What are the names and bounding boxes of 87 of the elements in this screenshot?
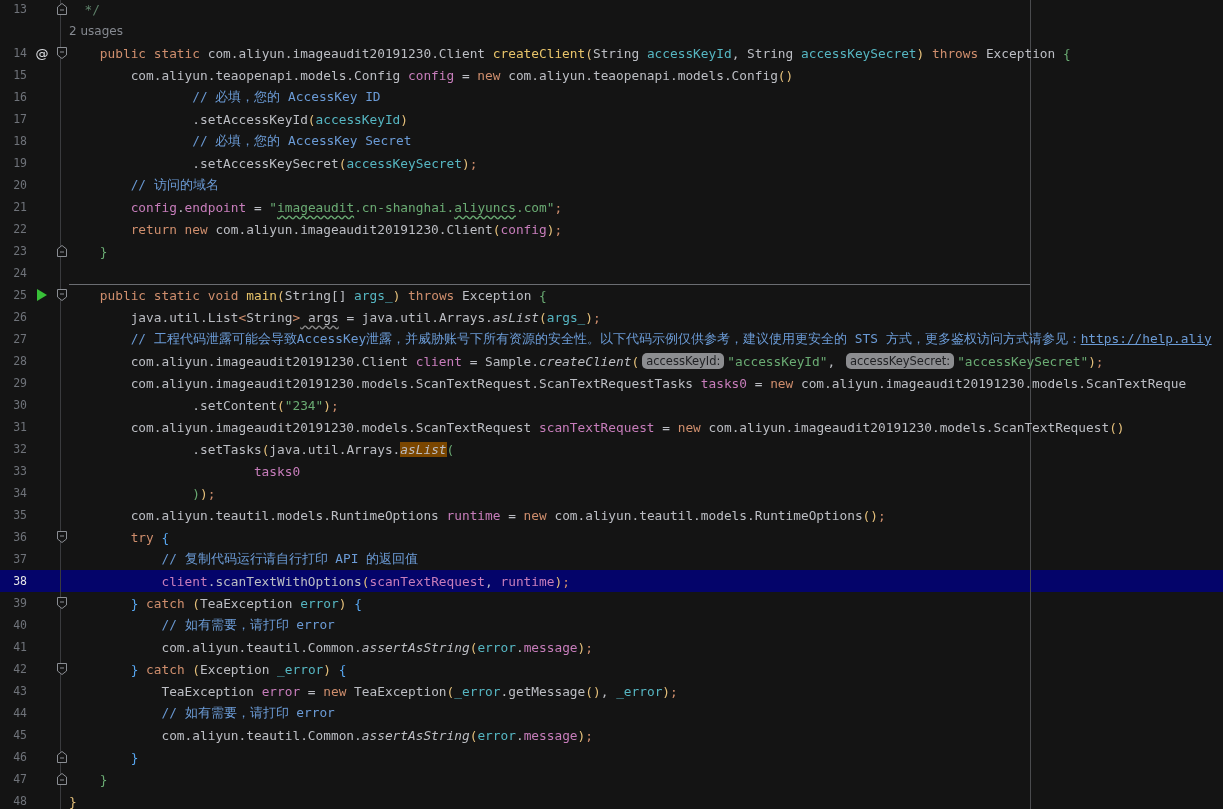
code-text: public static com.aliyun.imageaudit20191230.Client createClient(String accessKeyId, String accessKeySecret) throws Exception { [99, 45, 1071, 61]
code-text: com.aliyun.imageaudit20191230.models.ScanTextRequest.ScanTextRequestTasks tasks0 = new com.aliyun.imageaudit20191230.models.ScanTextReque [130, 375, 1187, 391]
line-number: 24 [12, 266, 27, 280]
line-number: 34 [12, 486, 27, 500]
code-text: } catch (TeaException error) { [130, 595, 362, 611]
fold-icon[interactable] [57, 3, 67, 15]
parameter-hint: accessKeySecret: [845, 353, 955, 369]
code-text: } [69, 793, 77, 809]
fold-icon[interactable] [57, 751, 67, 763]
line-number: 20 [12, 178, 27, 192]
line-number: 36 [12, 530, 27, 544]
code-text: } [99, 243, 108, 259]
code-text: .setContent("234"); [192, 397, 339, 413]
code-text: config.endpoint = "imageaudit.cn-shanghai.aliyuncs.com"; [130, 199, 563, 215]
code-text: com.aliyun.teautil.Common.assertAsString(error.message); [161, 727, 593, 743]
link[interactable]: https://help.aliy [1080, 330, 1212, 346]
code-text: .setAccessKeyId(accessKeyId) [192, 111, 409, 127]
code-text: public static void main(String[] args_) throws Exception { [99, 287, 547, 303]
line-number: 35 [12, 508, 27, 522]
line-number: 21 [12, 200, 27, 214]
code-text: com.aliyun.imageaudit20191230.models.ScanTextRequest scanTextRequest = new com.aliyun.imageaudit20191230.models.ScanTextRequest() [130, 419, 1125, 435]
line-number: 40 [12, 618, 27, 632]
code-comment: // 复制代码运行请自行打印 API 的返回值 [161, 550, 419, 568]
code-comment: // 必填，您的 AccessKey Secret [192, 132, 412, 150]
line-number: 43 [12, 684, 27, 698]
line-number: 27 [12, 332, 27, 346]
line-number: 29 [12, 376, 27, 390]
line-number: 41 [12, 640, 27, 654]
code-comment: // 访问的域名 [130, 176, 219, 194]
code-text: .setAccessKeySecret(accessKeySecret); [192, 155, 478, 171]
line-number: 47 [12, 772, 27, 786]
code-text: "accessKeySecret"); [957, 353, 1104, 369]
line-number: 45 [12, 728, 27, 742]
line-number: 15 [12, 68, 27, 82]
code-text: return new com.aliyun.imageaudit20191230.Client(config); [130, 221, 563, 237]
code-text: com.aliyun.teautil.Common.assertAsString(error.message); [161, 639, 593, 655]
fold-icon[interactable] [57, 245, 67, 257]
line-number: 38 [12, 574, 27, 588]
line-number: 31 [12, 420, 27, 434]
code-text: com.aliyun.teaopenapi.models.Config config = new com.aliyun.teaopenapi.models.Config() [130, 67, 794, 83]
line-number: 16 [12, 90, 27, 104]
code-text: try { [130, 529, 170, 545]
line-number: 14 [12, 46, 27, 60]
code-text: } [99, 771, 108, 787]
code-comment: */ [84, 1, 100, 17]
line-number: 18 [12, 134, 27, 148]
line-number: 13 [12, 2, 27, 16]
line-number: 44 [12, 706, 27, 720]
code-text: java.util.List<String> args = java.util.Arrays.asList(args_); [130, 309, 601, 325]
line-number: 39 [12, 596, 27, 610]
override-marker[interactable]: @ [35, 45, 49, 61]
code-text: "accessKeyId", [727, 353, 837, 369]
line-number: 22 [12, 222, 27, 236]
code-text: TeaException error = new TeaException(_error.getMessage(), _error); [161, 683, 678, 699]
fold-icon[interactable] [57, 531, 67, 543]
fold-icon[interactable] [57, 47, 67, 59]
code-comment: // 工程代码泄露可能会导致AccessKey泄露，并威胁账号下所有资源的安全性。以下代码示例仅供参考，建议使用更安全的 STS 方式，更多鉴权访问方式请参见：https://help.aliy [130, 330, 1212, 348]
line-number: 32 [12, 442, 27, 456]
line-number: 28 [12, 354, 27, 368]
code-text: com.aliyun.teautil.models.RuntimeOptions runtime = new com.aliyun.teautil.models.RuntimeOptions(); [130, 507, 886, 523]
usages-hint[interactable]: 2 usages [69, 24, 123, 38]
fold-icon[interactable] [57, 663, 67, 675]
line-number: 46 [12, 750, 27, 764]
code-comment: // 如有需要，请打印 error [161, 616, 335, 634]
code-comment: // 如有需要，请打印 error [161, 704, 335, 722]
code-text: } [130, 749, 139, 765]
parameter-hint: accessKeyId: [642, 353, 725, 369]
fold-icon[interactable] [57, 289, 67, 301]
line-number: 17 [12, 112, 27, 126]
line-number: 30 [12, 398, 27, 412]
code-comment: // 必填，您的 AccessKey ID [192, 88, 381, 106]
code-text: )); [192, 485, 216, 501]
run-icon[interactable] [37, 289, 47, 301]
line-number: 37 [12, 552, 27, 566]
line-number: 19 [12, 156, 27, 170]
fold-icon[interactable] [57, 597, 67, 609]
line-number: 23 [12, 244, 27, 258]
code-text: tasks0 [253, 463, 301, 479]
line-number: 42 [12, 662, 27, 676]
line-number: 48 [12, 794, 27, 808]
code-text: } catch (Exception _error) { [130, 661, 347, 677]
line-number: 26 [12, 310, 27, 324]
line-number: 33 [12, 464, 27, 478]
fold-icon[interactable] [57, 773, 67, 785]
line-number: 25 [12, 288, 27, 302]
code-text: client.scanTextWithOptions(scanTextRequest, runtime); [161, 573, 570, 589]
code-text: com.aliyun.imageaudit20191230.Client client = Sample.createClient( [130, 353, 640, 369]
